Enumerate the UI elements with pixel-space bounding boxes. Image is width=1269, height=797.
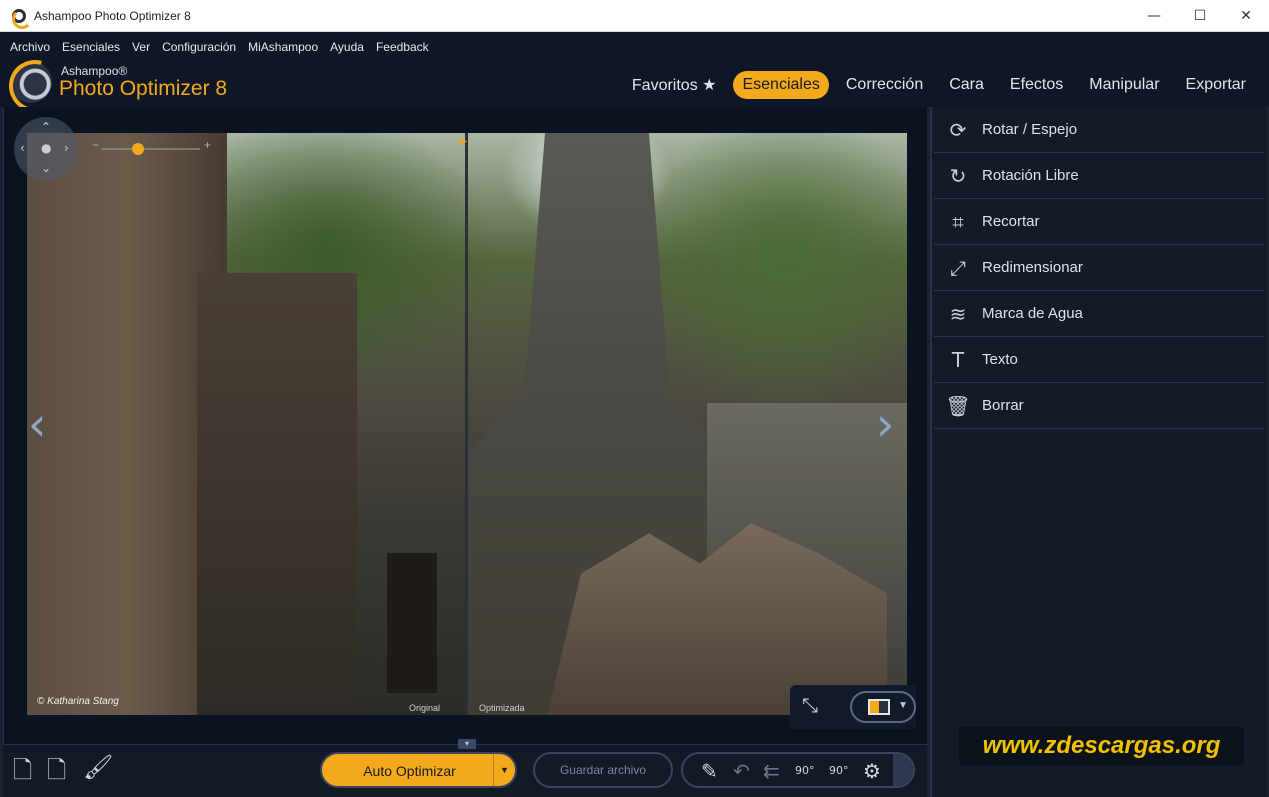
image-viewer: © Katharina Stang Original Optimizada ⌃ … bbox=[3, 107, 927, 744]
rotate-left-icon[interactable]: 90° bbox=[795, 764, 815, 777]
edit-tools-group: ✎ ↶ ⇇ 90° 90° ⚙ bbox=[681, 752, 915, 788]
open-file-icon[interactable]: 🗋 bbox=[13, 753, 32, 794]
app-header: Archivo Esenciales Ver Configuración MiA… bbox=[0, 32, 1269, 107]
brand-product: Photo Optimizer 8 bbox=[59, 77, 228, 100]
auto-optimize-label: Auto Optimizar bbox=[363, 763, 456, 779]
menu-ver[interactable]: Ver bbox=[126, 38, 156, 56]
photo-credit: © Katharina Stang bbox=[37, 696, 119, 707]
minimize-button[interactable]: — bbox=[1131, 0, 1177, 32]
app-logo-icon bbox=[12, 8, 32, 29]
pan-center-icon[interactable]: ● bbox=[41, 141, 51, 155]
menu-feedback[interactable]: Feedback bbox=[370, 38, 435, 56]
view-mode-controls: ⤡ ▼ bbox=[790, 685, 916, 729]
split-handle-icon[interactable]: ◂▸ bbox=[457, 136, 467, 147]
add-file-icon[interactable]: 🗋 bbox=[47, 753, 66, 794]
watermark-icon: ≋ bbox=[949, 301, 967, 326]
pan-up-icon[interactable]: ⌃ bbox=[41, 120, 51, 134]
trash-icon: 🗑 bbox=[945, 393, 971, 418]
menu-esenciales[interactable]: Esenciales bbox=[56, 38, 126, 56]
text-icon: T bbox=[951, 347, 965, 372]
photo-doorway bbox=[387, 553, 437, 693]
tab-efectos[interactable]: Efectos bbox=[1001, 71, 1072, 99]
tool-label: Marca de Agua bbox=[982, 305, 1083, 322]
window-title: Ashampoo Photo Optimizer 8 bbox=[34, 8, 191, 23]
bottom-toolbar: ▾ 🗋 🗋 🖌 Auto Optimizar ▼ Guardar archivo… bbox=[3, 739, 927, 797]
photo-preview[interactable]: © Katharina Stang Original Optimizada bbox=[27, 133, 907, 715]
tab-esenciales[interactable]: Esenciales bbox=[733, 71, 829, 99]
tool-text[interactable]: T Texto bbox=[934, 337, 1265, 383]
zoom-out-icon[interactable]: − bbox=[92, 138, 99, 152]
magic-wand-icon[interactable]: ✎ bbox=[701, 759, 718, 783]
photo-ruin-left bbox=[197, 273, 357, 715]
maximize-button[interactable]: ☐ bbox=[1177, 0, 1223, 32]
collapse-filmstrip-icon[interactable]: ▾ bbox=[458, 739, 476, 749]
split-view-icon bbox=[868, 699, 890, 715]
previous-image-icon[interactable]: ‹ bbox=[28, 397, 46, 451]
label-optimized: Optimizada bbox=[479, 703, 525, 713]
tool-rotate-mirror[interactable]: ⟳ Rotar / Espejo bbox=[934, 107, 1265, 153]
tab-correccion[interactable]: Corrección bbox=[837, 71, 932, 99]
save-file-button[interactable]: Guardar archivo bbox=[533, 752, 673, 788]
tool-label: Texto bbox=[982, 351, 1018, 368]
rotate-mirror-icon: ⟳ bbox=[949, 117, 967, 142]
category-tabs: Favoritos ★ Esenciales Corrección Cara E… bbox=[615, 70, 1255, 100]
chevron-down-icon[interactable]: ▼ bbox=[898, 700, 908, 711]
tool-erase[interactable]: 🗑 Borrar bbox=[934, 383, 1265, 429]
ashampoo-logo-icon bbox=[10, 61, 52, 103]
tool-label: Borrar bbox=[982, 397, 1024, 414]
tool-label: Recortar bbox=[982, 213, 1040, 230]
window-controls: — ☐ ✕ bbox=[1131, 0, 1269, 32]
tools-dropdown[interactable] bbox=[893, 754, 913, 786]
tool-resize[interactable]: ⤢ Redimensionar bbox=[934, 245, 1265, 291]
menu-archivo[interactable]: Archivo bbox=[4, 38, 56, 56]
menu-configuracion[interactable]: Configuración bbox=[156, 38, 242, 56]
menu-ayuda[interactable]: Ayuda bbox=[324, 38, 370, 56]
brand-company: Ashampoo® bbox=[61, 64, 128, 78]
zoom-slider[interactable]: − + bbox=[92, 138, 212, 155]
split-divider-line[interactable] bbox=[465, 133, 468, 715]
label-original: Original bbox=[409, 703, 441, 713]
pan-right-icon[interactable]: › bbox=[64, 141, 69, 155]
chevron-down-icon[interactable]: ▼ bbox=[493, 754, 515, 786]
crop-icon: ⌗ bbox=[952, 209, 964, 234]
zoom-knob[interactable] bbox=[132, 143, 144, 155]
tab-favoritos[interactable]: Favoritos ★ bbox=[623, 70, 726, 100]
resize-icon: ⤢ bbox=[950, 255, 966, 280]
close-button[interactable]: ✕ bbox=[1223, 0, 1269, 32]
menu-miashampoo[interactable]: MiAshampoo bbox=[242, 38, 324, 56]
tool-crop[interactable]: ⌗ Recortar bbox=[934, 199, 1265, 245]
rotate-right-icon[interactable]: 90° bbox=[829, 764, 849, 777]
fit-to-window-icon[interactable]: ⤡ bbox=[802, 693, 818, 717]
pan-down-icon[interactable]: ⌄ bbox=[41, 161, 51, 175]
menu-bar: Archivo Esenciales Ver Configuración MiA… bbox=[4, 38, 435, 56]
free-rotate-icon: ↻ bbox=[949, 163, 967, 188]
tools-panel: ⟳ Rotar / Espejo ↻ Rotación Libre ⌗ Reco… bbox=[930, 107, 1267, 797]
tab-manipular[interactable]: Manipular bbox=[1080, 71, 1168, 99]
settings-gear-icon[interactable]: ⚙ bbox=[863, 759, 881, 783]
brush-icon[interactable]: 🖌 bbox=[83, 753, 113, 781]
tab-exportar[interactable]: Exportar bbox=[1177, 71, 1255, 99]
zoom-in-icon[interactable]: + bbox=[204, 138, 211, 152]
zoom-track[interactable] bbox=[102, 148, 200, 150]
pan-navigation-pad[interactable]: ⌃ ⌄ ‹ › ● bbox=[14, 117, 78, 181]
undo-all-icon[interactable]: ⇇ bbox=[763, 759, 780, 783]
undo-icon[interactable]: ↶ bbox=[733, 759, 750, 783]
tool-label: Redimensionar bbox=[982, 259, 1083, 276]
tool-free-rotation[interactable]: ↻ Rotación Libre bbox=[934, 153, 1265, 199]
tab-cara[interactable]: Cara bbox=[940, 71, 993, 99]
tool-watermark[interactable]: ≋ Marca de Agua bbox=[934, 291, 1265, 337]
tool-label: Rotar / Espejo bbox=[982, 121, 1078, 138]
pan-left-icon[interactable]: ‹ bbox=[20, 141, 25, 155]
tool-label: Rotación Libre bbox=[982, 167, 1079, 184]
auto-optimize-button[interactable]: Auto Optimizar ▼ bbox=[320, 752, 517, 788]
site-watermark-overlay: www.zdescargas.org bbox=[959, 727, 1244, 765]
window-titlebar: Ashampoo Photo Optimizer 8 — ☐ ✕ bbox=[0, 0, 1269, 32]
compare-view-toggle[interactable]: ▼ bbox=[850, 691, 916, 723]
next-image-icon[interactable]: › bbox=[876, 397, 894, 451]
